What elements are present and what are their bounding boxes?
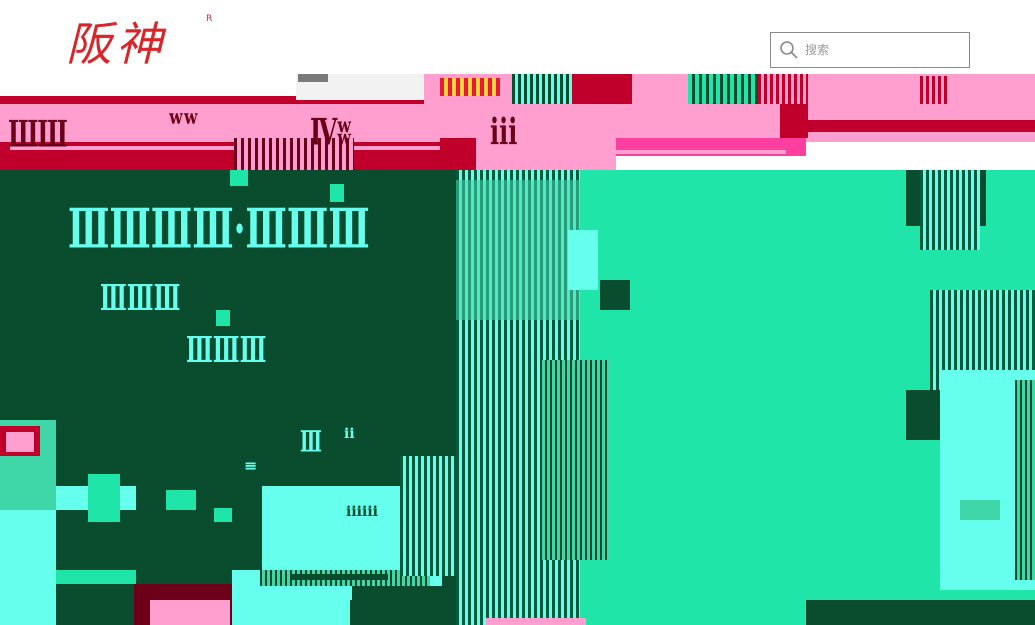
nav-decor (632, 74, 688, 104)
banner-decor (290, 574, 388, 580)
nav-decor (10, 146, 440, 150)
search-box[interactable] (770, 32, 970, 68)
banner-decor (88, 474, 120, 522)
banner-decor (486, 618, 586, 625)
banner-decor (1015, 380, 1035, 580)
hero-headline: ⅢⅢⅢⅢ·ⅢⅢⅢ (68, 198, 370, 262)
nav-item-3[interactable]: Ⅳʬ (310, 110, 352, 154)
banner-decor (56, 570, 136, 584)
nav-decor (780, 104, 808, 138)
hero-mark: Ⅲ (300, 426, 322, 460)
hero-mark: ≡ (244, 456, 258, 475)
nav-decor (512, 74, 572, 104)
banner-decor (600, 280, 630, 310)
banner-decor (230, 170, 248, 186)
search-input[interactable] (805, 38, 955, 62)
hero-banner[interactable]: ⅢⅢⅢⅢ·ⅢⅢⅢ ⅢⅢⅢ ⅢⅢⅢ Ⅲ ⅱ ≡ ⅲⅲ (0, 170, 1035, 625)
hero-subline-1: ⅢⅢⅢ (100, 278, 181, 320)
nav-decor (688, 74, 758, 104)
nav-decor (572, 74, 632, 104)
banner-decor (920, 170, 980, 250)
brand-logo[interactable]: 阪神 (66, 14, 166, 74)
banner-decor (150, 600, 230, 625)
registered-mark: R (206, 14, 213, 24)
banner-decor (540, 360, 610, 560)
banner-decor (400, 456, 456, 576)
nav-item-2[interactable]: ʷʷ (168, 100, 199, 144)
nav-decor (440, 138, 476, 170)
nav-decor (920, 76, 948, 104)
hero-mark: ⅱ (344, 426, 355, 442)
nav-decor (758, 74, 808, 104)
main-navigation: ШШ ʷʷ Ⅳʬ ⅲ (0, 74, 1035, 170)
nav-decor (298, 74, 328, 82)
banner-decor (580, 170, 790, 625)
magnifier-icon[interactable] (779, 40, 799, 60)
nav-decor (806, 120, 1035, 132)
banner-decor (0, 510, 56, 625)
banner-decor (806, 600, 1035, 625)
banner-decor (350, 600, 456, 625)
banner-decor (960, 500, 1000, 520)
nav-decor (440, 78, 500, 96)
banner-decor (214, 508, 232, 522)
nav-item-1[interactable]: ШШ (8, 112, 68, 156)
banner-decor (568, 230, 598, 290)
site-header: 阪神 R (0, 0, 1035, 74)
nav-decor (616, 150, 786, 154)
banner-decor (166, 490, 196, 510)
banner-decor (6, 432, 34, 452)
hero-subline-2: ⅢⅢⅢ (186, 330, 267, 372)
banner-decor (216, 310, 230, 326)
nav-item-4[interactable]: ⅲ (490, 110, 517, 154)
hero-mark: ⅲⅲ (346, 504, 378, 520)
